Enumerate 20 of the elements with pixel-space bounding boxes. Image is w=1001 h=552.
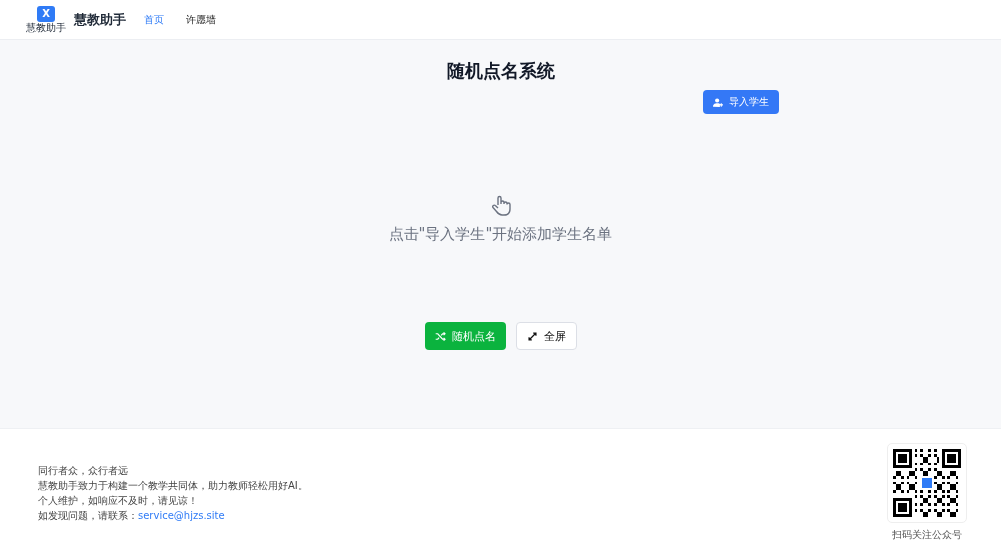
import-students-button[interactable]: 导入学生 <box>703 90 779 114</box>
footer-text: 慧教助手致力于构建一个教学共同体，助力教师轻松用好AI。 <box>38 479 308 493</box>
random-call-button[interactable]: 随机点名 <box>424 322 506 350</box>
email-link[interactable]: service@hjzs.site <box>138 510 225 521</box>
footer-text: 个人维护，如响应不及时，请见谅！ <box>38 494 199 508</box>
expand-icon <box>526 330 538 342</box>
shuffle-icon <box>434 330 446 342</box>
logo-caption: 慧教助手 <box>26 23 66 33</box>
qr-caption: 扫码关注公众号 <box>892 528 962 542</box>
page-title: 随机点名系统 <box>446 59 555 83</box>
footer-text: 同行者众，众行者远 <box>38 464 129 478</box>
user-add-icon <box>713 96 724 108</box>
brand-name: 慧教助手 <box>74 10 126 29</box>
fullscreen-button[interactable]: 全屏 <box>515 322 577 350</box>
footer-text: 如发现问题，请联系： <box>38 510 138 521</box>
nav-link[interactable]: 首页 <box>144 12 164 27</box>
qr-code <box>893 449 961 517</box>
logo-mark: X <box>42 9 50 19</box>
nav-link[interactable]: 许愿墙 <box>186 12 216 27</box>
empty-state-text: 点击"导入学生"开始添加学生名单 <box>388 225 613 244</box>
